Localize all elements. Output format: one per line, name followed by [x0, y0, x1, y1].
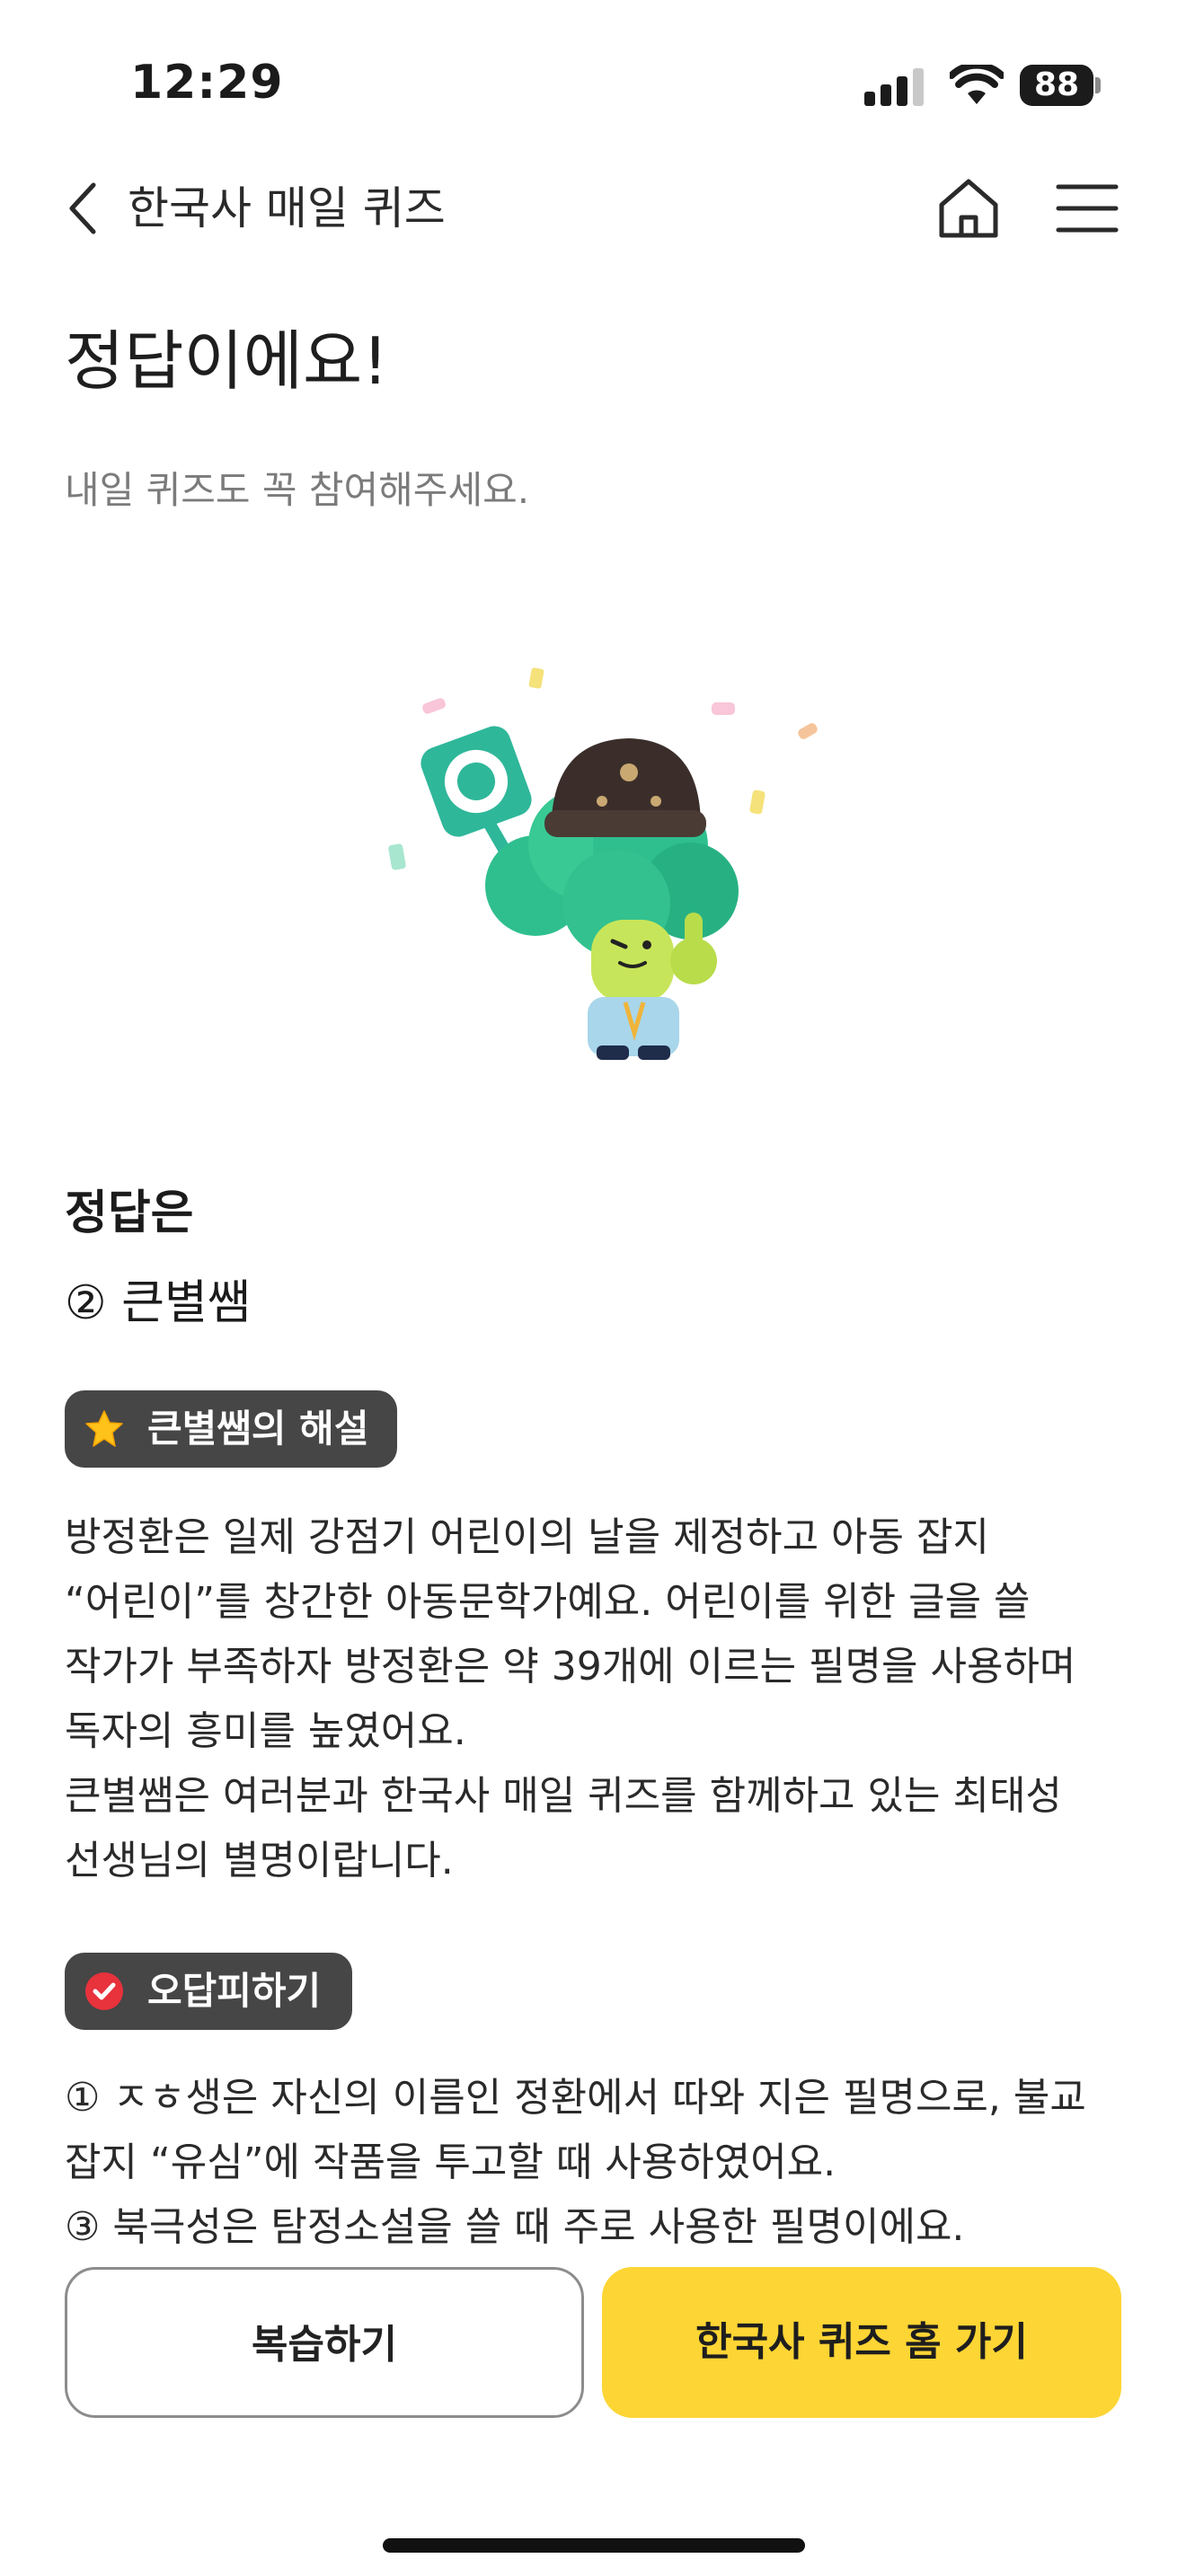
quiz-home-button[interactable]: 한국사 퀴즈 홈 가기: [602, 2267, 1121, 2418]
check-circle-icon: [85, 1972, 123, 2010]
explanation-text: 방정환은 일제 강점기 어린이의 날을 제정하고 아동 잡지 “어린이”를 창간…: [65, 1505, 1134, 1893]
result-subtitle: 내일 퀴즈도 꼭 참여해주세요.: [65, 468, 530, 512]
nav-title: 한국사 매일 퀴즈: [128, 182, 446, 234]
answer-label: 정답은: [65, 1187, 194, 1240]
battery-level: 88: [1033, 66, 1080, 103]
result-title: 정답이에요!: [65, 323, 389, 399]
wrong-answer-line: ① ㅈㅎ생은 자신의 이름인 정환에서 따와 지은 필명으로, 불교: [65, 2075, 1086, 2121]
explanation-line: 작가가 부족하자 방정환은 약 39개에 이르는 필명을 사용하며: [65, 1644, 1076, 1689]
cellular-signal-icon: [864, 68, 924, 106]
status-time: 12:29: [130, 56, 284, 110]
explanation-line: 방정환은 일제 강점기 어린이의 날을 제정하고 아동 잡지: [65, 1514, 989, 1560]
wrong-answers-badge: 오답피하기: [65, 1953, 352, 2030]
mascot-illustration: [388, 667, 818, 1060]
explanation-line: 큰별쌤은 여러분과 한국사 매일 퀴즈를 함께하고 있는 최태성: [65, 1773, 1062, 1819]
home-indicator: [383, 2538, 805, 2553]
home-icon[interactable]: [934, 174, 1003, 243]
wrong-answer-line: ③ 북극성은 탐정소설을 쓸 때 주로 사용한 필명이에요.: [65, 2204, 965, 2250]
star-icon: [85, 1410, 123, 1447]
chevron-left-icon[interactable]: [65, 180, 101, 237]
explanation-line: 선생님의 별명이랍니다.: [65, 1838, 454, 1883]
explanation-line: “어린이”를 창간한 아동문학가예요. 어린이를 위한 글을 쓸: [65, 1579, 1031, 1625]
answer-value: ② 큰별쌤: [65, 1276, 251, 1330]
explanation-line: 독자의 흥미를 높였어요.: [65, 1708, 466, 1754]
wrong-answers-badge-label: 오답피하기: [147, 1969, 322, 2013]
correct-sign: [420, 726, 532, 837]
explanation-badge: 큰별쌤의 해설: [65, 1390, 397, 1468]
wrong-answers-text: ① ㅈㅎ생은 자신의 이름인 정환에서 따와 지은 필명으로, 불교 잡지 “유…: [65, 2066, 1134, 2260]
review-button[interactable]: 복습하기: [65, 2267, 584, 2418]
explanation-badge-label: 큰별쌤의 해설: [147, 1407, 369, 1451]
wrong-answer-line: 잡지 “유심”에 작품을 투고할 때 사용하였어요.: [65, 2139, 836, 2185]
wifi-icon: [950, 65, 1004, 104]
battery-indicator: 88: [1020, 65, 1102, 106]
hamburger-menu-icon[interactable]: [1055, 183, 1120, 234]
